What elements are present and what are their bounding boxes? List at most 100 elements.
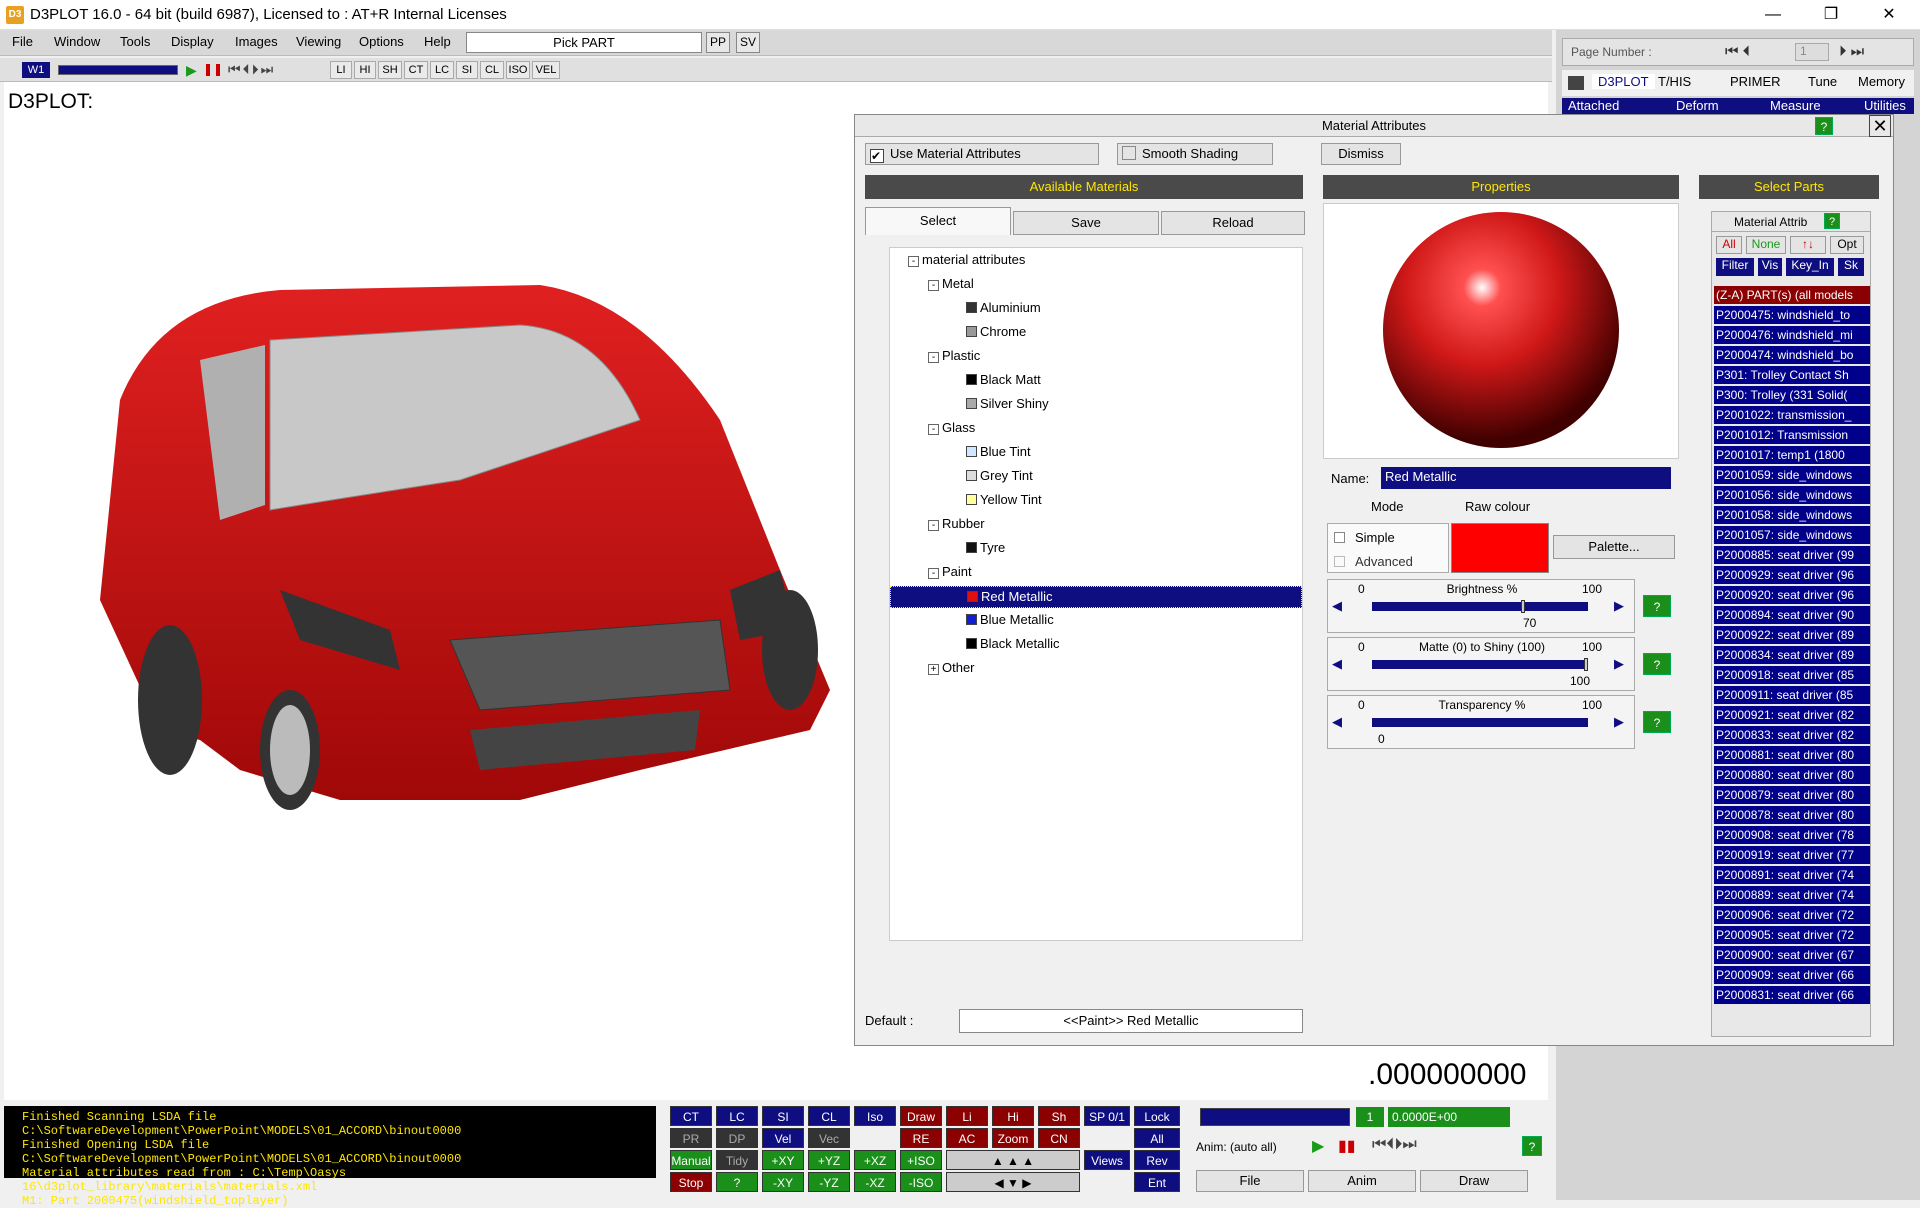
all-views-button[interactable]: All [1134, 1128, 1180, 1148]
help-button[interactable]: ? [716, 1172, 758, 1192]
dialog-help-button[interactable]: ? [1815, 117, 1833, 135]
plus-xz-button[interactable]: +XZ [854, 1150, 896, 1170]
part-list-item[interactable]: P2000909: seat driver (66 [1714, 966, 1870, 984]
save-tab[interactable]: Save [1013, 211, 1159, 235]
all-button[interactable]: All [1716, 236, 1742, 254]
minus-xy-button[interactable]: -XY [762, 1172, 804, 1192]
tree-rubber[interactable]: - Rubber [928, 516, 985, 531]
dialog-close-icon[interactable]: ✕ [1869, 115, 1891, 137]
default-material-field[interactable]: <<Paint>> Red Metallic [959, 1009, 1303, 1033]
part-list-item[interactable]: P2001059: side_windows [1714, 466, 1870, 484]
play-icon[interactable]: ▶ [186, 62, 197, 79]
matte-help-button[interactable]: ? [1643, 653, 1671, 675]
part-list-item[interactable]: P2000889: seat driver (74 [1714, 886, 1870, 904]
li-button[interactable]: Li [946, 1106, 988, 1126]
collapse-icon[interactable] [1568, 76, 1584, 90]
none-button[interactable]: None [1746, 236, 1786, 254]
part-list-item[interactable]: (Z-A) PART(s) (all models [1714, 286, 1870, 304]
part-list-item[interactable]: P2000885: seat driver (99 [1714, 546, 1870, 564]
part-list-item[interactable]: P2000894: seat driver (90 [1714, 606, 1870, 624]
tree-grey-tint[interactable]: Grey Tint [966, 468, 1033, 483]
rotate-arrows-icon[interactable]: ▲ ▲ ▲ [946, 1150, 1080, 1170]
menu-tools[interactable]: Tools [120, 34, 150, 49]
draw-tab[interactable]: Draw [1420, 1170, 1528, 1192]
rev-button[interactable]: Rev [1134, 1150, 1180, 1170]
part-list-item[interactable]: P2000920: seat driver (96 [1714, 586, 1870, 604]
tree-root[interactable]: - material attributes [908, 252, 1025, 267]
part-list-item[interactable]: P2000921: seat driver (82 [1714, 706, 1870, 724]
anim-play-icon[interactable]: ▶ [1312, 1136, 1324, 1156]
subtab-utilities[interactable]: Utilities [1864, 98, 1906, 113]
tab-d3plot[interactable]: D3PLOT [1592, 74, 1655, 89]
tab-this[interactable]: T/HIS [1658, 74, 1691, 89]
part-list-item[interactable]: P2001017: temp1 (1800 [1714, 446, 1870, 464]
lc-button[interactable]: LC [716, 1106, 758, 1126]
animation-slider[interactable] [58, 65, 178, 75]
tree-yellow-tint[interactable]: Yellow Tint [966, 492, 1042, 507]
dismiss-button[interactable]: Dismiss [1321, 143, 1401, 165]
vel-button[interactable]: Vel [762, 1128, 804, 1148]
filter-button[interactable]: Filter [1716, 258, 1754, 276]
file-tab[interactable]: File [1196, 1170, 1304, 1192]
palette-button[interactable]: Palette... [1553, 535, 1675, 559]
pick-part-field[interactable]: Pick PART [466, 32, 702, 53]
tree-metal[interactable]: - Metal [928, 276, 974, 291]
part-list-item[interactable]: P2000834: seat driver (89 [1714, 646, 1870, 664]
menu-viewing[interactable]: Viewing [296, 34, 341, 49]
tree-plastic[interactable]: - Plastic [928, 348, 980, 363]
ac-button[interactable]: AC [946, 1128, 988, 1148]
anim-pause-icon[interactable]: ▮▮ [1338, 1136, 1356, 1156]
sh-button[interactable]: Sh [1038, 1106, 1080, 1126]
tool-cl[interactable]: CL [480, 61, 504, 79]
tree-black-metallic[interactable]: Black Metallic [966, 636, 1059, 651]
part-list-item[interactable]: P2000908: seat driver (78 [1714, 826, 1870, 844]
part-list-item[interactable]: P2001056: side_windows [1714, 486, 1870, 504]
tab-primer[interactable]: PRIMER [1730, 74, 1781, 89]
part-list-item[interactable]: P2000900: seat driver (67 [1714, 946, 1870, 964]
tree-paint[interactable]: - Paint [928, 564, 972, 579]
subtab-attached[interactable]: Attached [1568, 98, 1619, 113]
window-label[interactable]: W1 [22, 62, 50, 78]
close-button[interactable]: ✕ [1860, 0, 1918, 30]
hi-button[interactable]: Hi [992, 1106, 1034, 1126]
part-list-item[interactable]: P2001057: side_windows [1714, 526, 1870, 544]
tree-other[interactable]: + Other [928, 660, 975, 675]
transparency-help-button[interactable]: ? [1643, 711, 1671, 733]
part-list-item[interactable]: P2000881: seat driver (80 [1714, 746, 1870, 764]
tidy-button[interactable]: Tidy [716, 1150, 758, 1170]
subtab-deform[interactable]: Deform [1676, 98, 1719, 113]
part-list-item[interactable]: P2000476: windshield_mi [1714, 326, 1870, 344]
tab-tune[interactable]: Tune [1808, 74, 1837, 89]
draw-button[interactable]: Draw [900, 1106, 942, 1126]
iso-button[interactable]: Iso [854, 1106, 896, 1126]
page-number-input[interactable]: 1 [1795, 43, 1829, 61]
sort-icon[interactable]: ↑↓ [1790, 236, 1826, 254]
restore-button[interactable]: ❐ [1802, 0, 1860, 30]
plus-iso-button[interactable]: +ISO [900, 1150, 942, 1170]
page-prev-icons[interactable]: ⏮ ⏴ [1725, 43, 1750, 60]
menu-window[interactable]: Window [54, 34, 100, 49]
re-button[interactable]: RE [900, 1128, 942, 1148]
part-list-item[interactable]: P2000905: seat driver (72 [1714, 926, 1870, 944]
parts-help-button[interactable]: ? [1824, 213, 1840, 229]
plus-yz-button[interactable]: +YZ [808, 1150, 850, 1170]
frame-step-icons[interactable]: ⏮⏴⏵⏭ [228, 61, 275, 78]
part-list-item[interactable]: P2000878: seat driver (80 [1714, 806, 1870, 824]
tool-iso[interactable]: ISO [506, 61, 530, 79]
menu-options[interactable]: Options [359, 34, 404, 49]
minus-xz-button[interactable]: -XZ [854, 1172, 896, 1192]
part-list-item[interactable]: P2000919: seat driver (77 [1714, 846, 1870, 864]
tool-vel[interactable]: VEL [532, 61, 560, 79]
brightness-slider[interactable]: 0 Brightness % 100 ◀ ▶ 70 [1327, 579, 1635, 633]
part-list-item[interactable]: P300: Trolley (331 Solid( [1714, 386, 1870, 404]
part-list-item[interactable]: P2000833: seat driver (82 [1714, 726, 1870, 744]
menu-display[interactable]: Display [171, 34, 214, 49]
key-in-button[interactable]: Key_In [1786, 258, 1834, 276]
tool-li[interactable]: LI [330, 61, 352, 79]
sv-button[interactable]: SV [736, 32, 760, 53]
part-list-item[interactable]: P2000880: seat driver (80 [1714, 766, 1870, 784]
anim-step-icons[interactable]: ⏮⏴⏵⏭ [1372, 1136, 1417, 1154]
part-list-item[interactable]: P2000879: seat driver (80 [1714, 786, 1870, 804]
tree-glass[interactable]: - Glass [928, 420, 975, 435]
opt-button[interactable]: Opt [1830, 236, 1864, 254]
